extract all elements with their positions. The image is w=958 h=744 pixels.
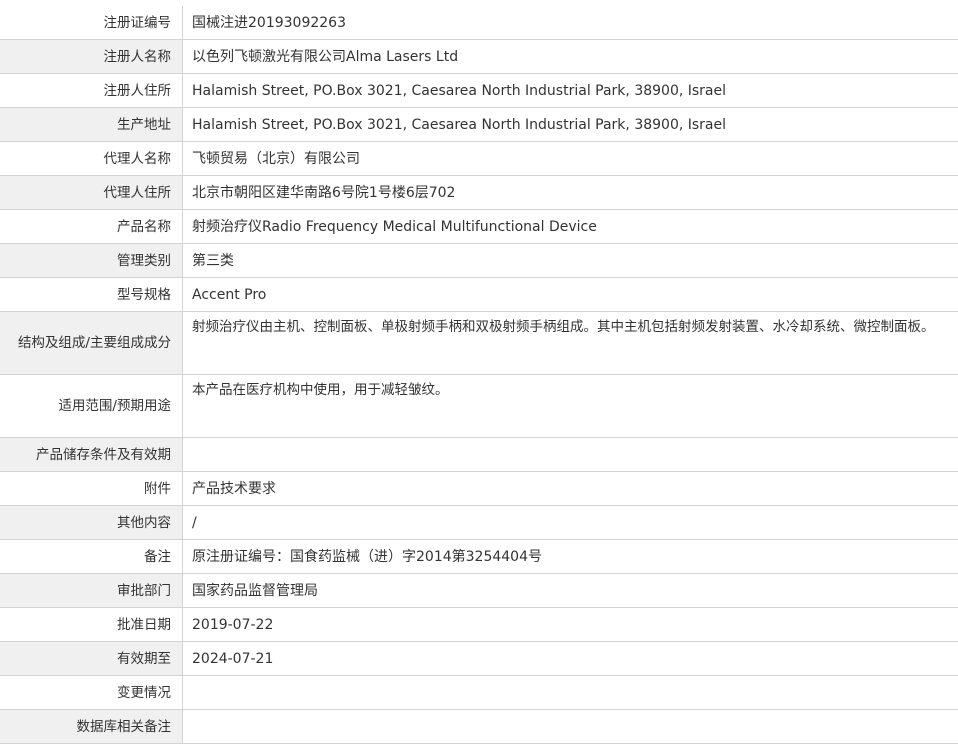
table-row-production-address: 生产地址 Halamish Street, PO.Box 3021, Caesa… xyxy=(0,108,958,142)
field-label: 管理类别 xyxy=(0,244,183,278)
field-value: 国械注进20193092263 xyxy=(183,6,958,40)
field-label: 变更情况 xyxy=(0,676,183,710)
table-row-approval-department: 审批部门 国家药品监督管理局 xyxy=(0,574,958,608)
field-value: 原注册证编号：国食药监械（进）字2014第3254404号 xyxy=(183,540,958,574)
table-row-product-name: 产品名称 射频治疗仪Radio Frequency Medical Multif… xyxy=(0,210,958,244)
field-value: 射频治疗仪由主机、控制面板、单极射频手柄和双极射频手柄组成。其中主机包括射频发射… xyxy=(183,312,958,375)
field-value: 以色列飞顿激光有限公司Alma Lasers Ltd xyxy=(183,40,958,74)
field-label: 注册人名称 xyxy=(0,40,183,74)
table-row-database-remarks: 数据库相关备注 xyxy=(0,710,958,744)
field-value: 产品技术要求 xyxy=(183,472,958,506)
field-value: / xyxy=(183,506,958,540)
field-value: 2019-07-22 xyxy=(183,608,958,642)
field-label: 备注 xyxy=(0,540,183,574)
field-value: 第三类 xyxy=(183,244,958,278)
table-row-intended-use: 适用范围/预期用途 本产品在医疗机构中使用，用于减轻皱纹。 xyxy=(0,375,958,438)
field-label: 生产地址 xyxy=(0,108,183,142)
field-value: 北京市朝阳区建华南路6号院1号楼6层702 xyxy=(183,176,958,210)
field-label: 注册证编号 xyxy=(0,6,183,40)
field-label: 数据库相关备注 xyxy=(0,710,183,744)
table-row-attachment: 附件 产品技术要求 xyxy=(0,472,958,506)
field-value: 飞顿贸易（北京）有限公司 xyxy=(183,142,958,176)
table-row-storage-validity: 产品储存条件及有效期 xyxy=(0,438,958,472)
field-value: 射频治疗仪Radio Frequency Medical Multifuncti… xyxy=(183,210,958,244)
field-label: 结构及组成/主要组成成分 xyxy=(0,312,183,375)
table-row-agent-address: 代理人住所 北京市朝阳区建华南路6号院1号楼6层702 xyxy=(0,176,958,210)
field-label: 附件 xyxy=(0,472,183,506)
field-value xyxy=(183,438,958,472)
table-row-registrant-name: 注册人名称 以色列飞顿激光有限公司Alma Lasers Ltd xyxy=(0,40,958,74)
field-label: 审批部门 xyxy=(0,574,183,608)
field-label: 其他内容 xyxy=(0,506,183,540)
field-value: 2024-07-21 xyxy=(183,642,958,676)
field-label: 代理人名称 xyxy=(0,142,183,176)
table-row-valid-until: 有效期至 2024-07-21 xyxy=(0,642,958,676)
table-row-approval-date: 批准日期 2019-07-22 xyxy=(0,608,958,642)
table-row-management-class: 管理类别 第三类 xyxy=(0,244,958,278)
table-row-other-content: 其他内容 / xyxy=(0,506,958,540)
field-label: 注册人住所 xyxy=(0,74,183,108)
table-row-registrant-address: 注册人住所 Halamish Street, PO.Box 3021, Caes… xyxy=(0,74,958,108)
field-label: 有效期至 xyxy=(0,642,183,676)
field-label: 产品储存条件及有效期 xyxy=(0,438,183,472)
table-row-agent-name: 代理人名称 飞顿贸易（北京）有限公司 xyxy=(0,142,958,176)
field-value: 本产品在医疗机构中使用，用于减轻皱纹。 xyxy=(183,375,958,438)
field-value xyxy=(183,710,958,744)
field-value: Halamish Street, PO.Box 3021, Caesarea N… xyxy=(183,74,958,108)
table-row-change-status: 变更情况 xyxy=(0,676,958,710)
table-row-model-spec: 型号规格 Accent Pro xyxy=(0,278,958,312)
field-value: Accent Pro xyxy=(183,278,958,312)
table-row-structure-composition: 结构及组成/主要组成成分 射频治疗仪由主机、控制面板、单极射频手柄和双极射频手柄… xyxy=(0,312,958,375)
table-row-registration-number: 注册证编号 国械注进20193092263 xyxy=(0,6,958,40)
field-value: Halamish Street, PO.Box 3021, Caesarea N… xyxy=(183,108,958,142)
field-value: 国家药品监督管理局 xyxy=(183,574,958,608)
field-label: 批准日期 xyxy=(0,608,183,642)
field-label: 型号规格 xyxy=(0,278,183,312)
field-label: 适用范围/预期用途 xyxy=(0,375,183,438)
registration-detail-table: 注册证编号 国械注进20193092263 注册人名称 以色列飞顿激光有限公司A… xyxy=(0,6,958,744)
table-row-remarks: 备注 原注册证编号：国食药监械（进）字2014第3254404号 xyxy=(0,540,958,574)
field-value xyxy=(183,676,958,710)
field-label: 代理人住所 xyxy=(0,176,183,210)
registration-detail-page: 注册证编号 国械注进20193092263 注册人名称 以色列飞顿激光有限公司A… xyxy=(0,0,958,737)
field-label: 产品名称 xyxy=(0,210,183,244)
